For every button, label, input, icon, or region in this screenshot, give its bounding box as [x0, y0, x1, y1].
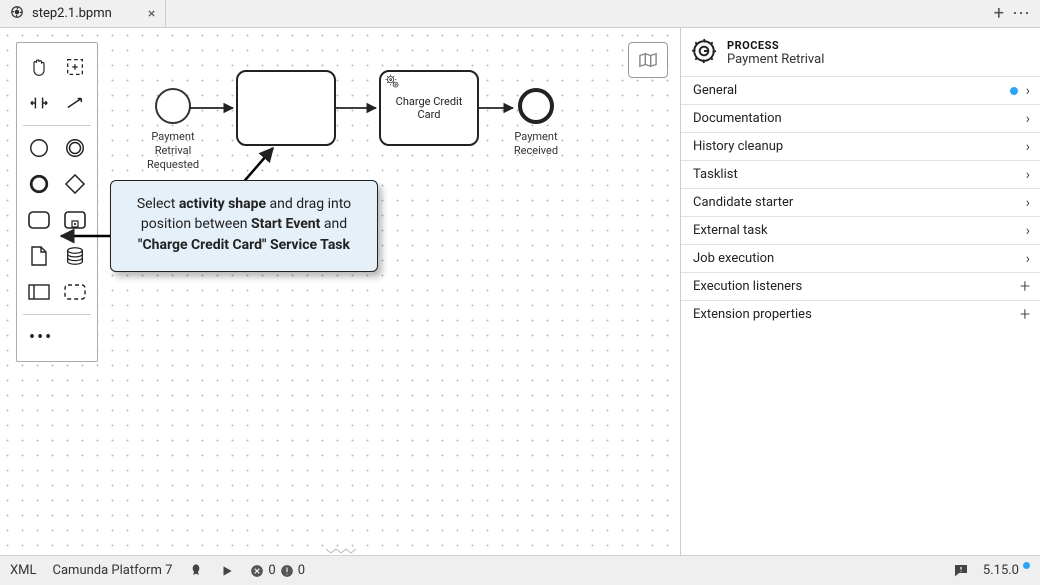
- start-event[interactable]: Payment Retrival Requested: [135, 88, 211, 171]
- pool-tool[interactable]: [21, 274, 57, 310]
- section-job-execution[interactable]: Job execution ›: [681, 244, 1040, 272]
- update-dot: [1023, 562, 1030, 569]
- bpmn-file-icon: [10, 5, 24, 23]
- chevron-right-icon: ›: [1026, 251, 1030, 267]
- version-indicator[interactable]: 5.15.0: [983, 563, 1030, 578]
- tool-palette: •••: [16, 42, 98, 362]
- service-task-label: Charge Credit Card: [387, 95, 471, 121]
- section-history-cleanup[interactable]: History cleanup ›: [681, 132, 1040, 160]
- new-tab-button[interactable]: +: [994, 3, 1004, 24]
- section-general[interactable]: General ›: [681, 76, 1040, 104]
- properties-panel: PROCESS Payment Retrival General › Docum…: [680, 28, 1040, 555]
- connect-tool[interactable]: [57, 85, 93, 121]
- end-event-label: Payment Received: [498, 130, 574, 158]
- service-task-icon: [385, 74, 400, 93]
- end-event-tool[interactable]: [21, 166, 57, 202]
- status-bar: XML Camunda Platform 7 0 0 5.15.0: [0, 555, 1040, 585]
- space-tool[interactable]: [21, 85, 57, 121]
- platform-indicator[interactable]: Camunda Platform 7: [53, 563, 173, 578]
- file-tab-label: step2.1.bpmn: [32, 6, 112, 21]
- instruction-callout: Select activity shape and drag into posi…: [110, 180, 378, 272]
- process-name: Payment Retrival: [727, 52, 824, 67]
- chevron-right-icon: ›: [1026, 167, 1030, 183]
- palette-more-button[interactable]: •••: [21, 319, 93, 355]
- chevron-right-icon: ›: [1026, 223, 1030, 239]
- more-menu-icon[interactable]: ⋯: [1012, 3, 1030, 24]
- panel-eyebrow: PROCESS: [727, 39, 824, 52]
- hand-tool[interactable]: [21, 49, 57, 85]
- file-tab[interactable]: step2.1.bpmn ×: [0, 0, 166, 27]
- problems-indicator[interactable]: 0 0: [250, 563, 305, 578]
- section-tasklist[interactable]: Tasklist ›: [681, 160, 1040, 188]
- palette-separator-2: [23, 314, 91, 315]
- section-execution-listeners[interactable]: Execution listeners +: [681, 272, 1040, 300]
- chevron-right-icon: ›: [1026, 139, 1030, 155]
- process-icon: [691, 38, 717, 68]
- start-event-label: Payment Retrival Requested: [135, 130, 211, 171]
- section-extension-properties[interactable]: Extension properties +: [681, 300, 1040, 328]
- plus-icon: +: [1020, 276, 1030, 297]
- data-object-tool[interactable]: [21, 238, 57, 274]
- properties-sections: General › Documentation › History cleanu…: [681, 76, 1040, 328]
- section-external-task[interactable]: External task ›: [681, 216, 1040, 244]
- xml-toggle[interactable]: XML: [10, 563, 37, 578]
- bpmn-canvas[interactable]: ••• Payment Retrival Requested: [0, 28, 680, 555]
- task-tool[interactable]: [21, 202, 57, 238]
- chevron-right-icon: ›: [1026, 195, 1030, 211]
- section-candidate-starter[interactable]: Candidate starter ›: [681, 188, 1040, 216]
- deploy-button[interactable]: [188, 563, 204, 579]
- minimap-toggle[interactable]: [628, 42, 668, 78]
- empty-task-shape[interactable]: [236, 70, 336, 146]
- end-event[interactable]: Payment Received: [498, 88, 574, 158]
- group-tool[interactable]: [57, 274, 93, 310]
- start-event-tool[interactable]: [21, 130, 57, 166]
- indicator-dot: [1010, 87, 1018, 95]
- intermediate-event-tool[interactable]: [57, 130, 93, 166]
- service-task-charge-credit-card[interactable]: Charge Credit Card: [379, 70, 479, 146]
- expanded-subprocess-tool[interactable]: [57, 202, 93, 238]
- palette-separator: [23, 125, 91, 126]
- chevron-right-icon: ›: [1026, 111, 1030, 127]
- feedback-button[interactable]: [953, 563, 969, 579]
- close-tab-icon[interactable]: ×: [148, 6, 155, 22]
- section-documentation[interactable]: Documentation ›: [681, 104, 1040, 132]
- lasso-tool[interactable]: [57, 49, 93, 85]
- chevron-right-icon: ›: [1026, 83, 1030, 99]
- panel-resize-handle[interactable]: [320, 547, 362, 555]
- gateway-tool[interactable]: [57, 166, 93, 202]
- data-store-tool[interactable]: [57, 238, 93, 274]
- run-button[interactable]: [220, 564, 234, 578]
- plus-icon: +: [1020, 304, 1030, 325]
